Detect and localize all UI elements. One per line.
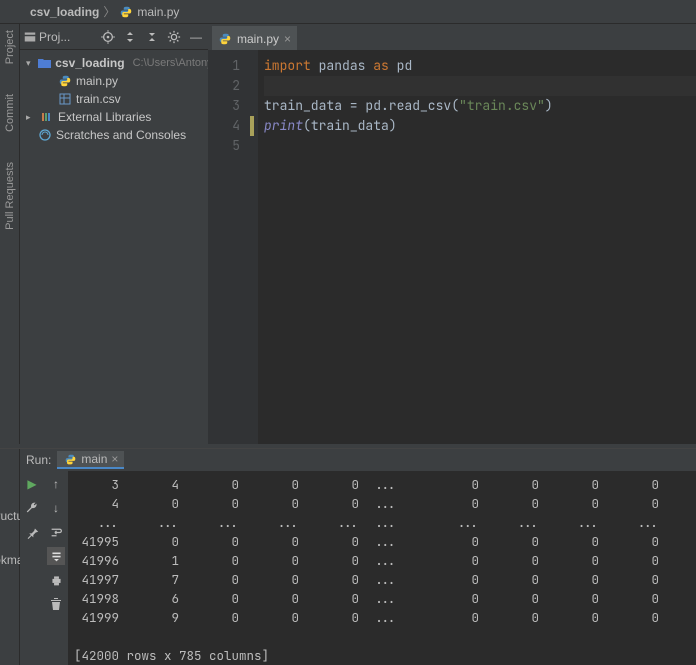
print-icon[interactable] — [47, 571, 65, 589]
hide-icon[interactable]: — — [188, 29, 204, 45]
soft-wrap-icon[interactable] — [47, 523, 65, 541]
console-output[interactable]: 3 4 0 0 0 ... 0 0 0 0 4 0 0 0 0 ... 0 0 … — [68, 471, 696, 665]
project-panel: Proj... — ▾ csv_loading C:\Users\Antony … — [20, 24, 208, 444]
locate-icon[interactable] — [100, 29, 116, 45]
tab-commit[interactable]: Commit — [4, 94, 16, 132]
line-gutter: 1 2 3 4 5 — [208, 50, 248, 444]
breadcrumb-separator: 〉 — [103, 3, 115, 20]
rerun-icon[interactable]: ▶ — [23, 475, 41, 493]
python-file-icon — [58, 74, 72, 88]
gear-icon[interactable] — [166, 29, 182, 45]
breadcrumb-root[interactable]: csv_loading — [30, 5, 99, 19]
tree-item-label: main.py — [76, 74, 118, 88]
run-header: Run: main × — [20, 449, 696, 471]
run-panel: Structure Bookmarks Run: main × ▶ ↑ ↓ — [0, 448, 696, 665]
editor-tab-label: main.py — [237, 32, 279, 46]
project-tree: ▾ csv_loading C:\Users\Antony G main.py … — [20, 50, 208, 148]
tab-project[interactable]: Project — [4, 30, 16, 64]
python-file-icon — [63, 452, 77, 466]
breadcrumb-file[interactable]: main.py — [137, 5, 179, 19]
run-label: Run: — [26, 453, 51, 467]
tree-root[interactable]: ▾ csv_loading C:\Users\Antony G — [20, 54, 208, 72]
project-panel-title[interactable]: Proj... — [24, 30, 70, 44]
libraries-icon — [40, 110, 54, 124]
collapse-all-icon[interactable] — [144, 29, 160, 45]
tree-item-label: train.csv — [76, 92, 121, 106]
editor-tab-bar: main.py × — [208, 24, 696, 50]
run-toolbar-left: ▶ — [20, 471, 44, 665]
warning-marker-icon[interactable] — [248, 116, 258, 136]
tree-item-label: External Libraries — [58, 110, 151, 124]
run-config-label: main — [81, 452, 107, 466]
left-tool-strip: Project Commit Pull Requests — [0, 24, 20, 444]
chevron-right-icon: ▸ — [26, 112, 36, 123]
tree-item-label: Scratches and Consoles — [56, 128, 186, 142]
close-icon[interactable]: × — [111, 452, 118, 466]
tab-pull-requests[interactable]: Pull Requests — [4, 162, 16, 230]
pin-icon[interactable] — [23, 523, 41, 541]
scratches-icon — [38, 128, 52, 142]
run-config-tab[interactable]: main × — [57, 451, 124, 469]
code-body[interactable]: import pandas as pd train_data = pd.read… — [258, 50, 696, 444]
folder-icon — [38, 56, 51, 70]
scroll-to-end-icon[interactable] — [47, 547, 65, 565]
project-panel-header: Proj... — — [20, 24, 208, 50]
left-tool-strip-bottom: Structure Bookmarks — [0, 449, 20, 665]
csv-file-icon — [58, 92, 72, 106]
tree-root-path: C:\Users\Antony G — [133, 57, 208, 69]
tree-root-label: csv_loading — [55, 56, 124, 70]
expand-all-icon[interactable] — [122, 29, 138, 45]
tree-external-libraries[interactable]: ▸ External Libraries — [20, 108, 208, 126]
tree-file-train[interactable]: train.csv — [20, 90, 208, 108]
down-arrow-icon[interactable]: ↓ — [47, 499, 65, 517]
breadcrumb: csv_loading 〉 main.py — [0, 0, 696, 24]
tree-scratches[interactable]: Scratches and Consoles — [20, 126, 208, 144]
python-file-icon — [218, 32, 232, 46]
editor-tab-main[interactable]: main.py × — [212, 26, 297, 50]
python-file-icon — [119, 5, 133, 19]
tree-file-main[interactable]: main.py — [20, 72, 208, 90]
up-arrow-icon[interactable]: ↑ — [47, 475, 65, 493]
run-toolbar-right: ↑ ↓ — [44, 471, 68, 665]
code-editor[interactable]: 1 2 3 4 5 import pandas as pd train_data… — [208, 50, 696, 444]
wrench-icon[interactable] — [23, 499, 41, 517]
trash-icon[interactable] — [47, 595, 65, 613]
marker-gutter — [248, 50, 258, 444]
editor-area: main.py × 1 2 3 4 5 import pandas as pd … — [208, 24, 696, 444]
chevron-down-icon: ▾ — [26, 58, 34, 69]
close-icon[interactable]: × — [284, 32, 291, 46]
